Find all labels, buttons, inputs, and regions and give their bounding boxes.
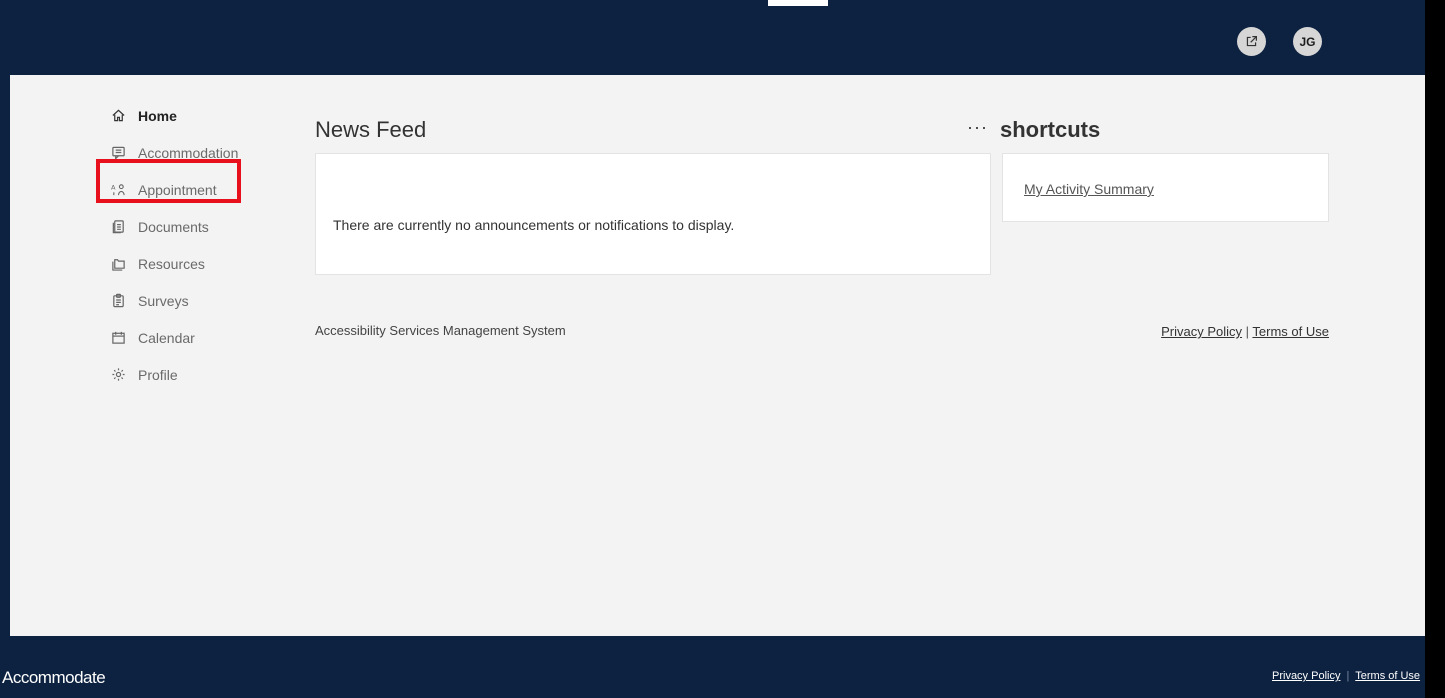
main-content: Home Accommodation A Appointment Documen… — [10, 75, 1425, 636]
sidebar-item-label: Profile — [138, 366, 178, 383]
footer-privacy-policy-link[interactable]: Privacy Policy — [1272, 670, 1340, 682]
folder-icon — [110, 256, 126, 272]
footer-terms-of-use-link[interactable]: Terms of Use — [1355, 670, 1420, 682]
news-feed-panel: There are currently no announcements or … — [315, 153, 991, 275]
brand-logo: Accommodate — [2, 668, 106, 687]
sidebar-item-label: Surveys — [138, 292, 189, 309]
sidebar-item-label: Resources — [138, 255, 205, 272]
sidebar-item-home[interactable]: Home — [110, 97, 280, 134]
sidebar-item-label: Calendar — [138, 329, 195, 346]
appointment-highlight-box — [96, 159, 241, 203]
gear-icon — [110, 367, 126, 383]
sidebar-item-documents[interactable]: Documents — [110, 208, 280, 245]
sidebar-nav: Home Accommodation A Appointment Documen… — [110, 97, 280, 393]
news-empty-message: There are currently no announcements or … — [333, 217, 735, 233]
sidebar-item-label: Home — [138, 107, 177, 124]
content-footer-links: Privacy Policy | Terms of Use — [1161, 324, 1329, 339]
window-edge — [1425, 0, 1445, 698]
home-icon — [110, 108, 126, 124]
system-name: Accessibility Services Management System — [315, 323, 566, 338]
shortcuts-panel: My Activity Summary — [1002, 153, 1329, 222]
sidebar-item-calendar[interactable]: Calendar — [110, 319, 280, 356]
external-link-button[interactable] — [1237, 27, 1266, 56]
calendar-icon — [110, 330, 126, 346]
external-link-icon — [1246, 36, 1257, 47]
link-separator: | — [1245, 324, 1250, 339]
news-feed-title: News Feed — [315, 117, 427, 142]
more-options-button[interactable]: ··· — [967, 117, 988, 138]
sidebar-item-profile[interactable]: Profile — [110, 356, 280, 393]
sidebar-item-label: Documents — [138, 218, 209, 235]
clipboard-icon — [110, 293, 126, 309]
user-avatar-button[interactable]: JG — [1293, 27, 1322, 56]
header-notch — [768, 0, 828, 6]
top-header-bar: JG — [0, 0, 1425, 75]
sidebar-item-surveys[interactable]: Surveys — [110, 282, 280, 319]
footer-link-separator: | — [1346, 670, 1350, 682]
sidebar-item-resources[interactable]: Resources — [110, 245, 280, 282]
terms-of-use-link[interactable]: Terms of Use — [1252, 324, 1329, 339]
shortcuts-title: shortcuts — [1000, 117, 1101, 142]
documents-icon — [110, 219, 126, 235]
privacy-policy-link[interactable]: Privacy Policy — [1161, 324, 1242, 339]
page-footer-links: Privacy Policy | Terms of Use — [1272, 670, 1420, 682]
my-activity-summary-link[interactable]: My Activity Summary — [1024, 181, 1154, 197]
